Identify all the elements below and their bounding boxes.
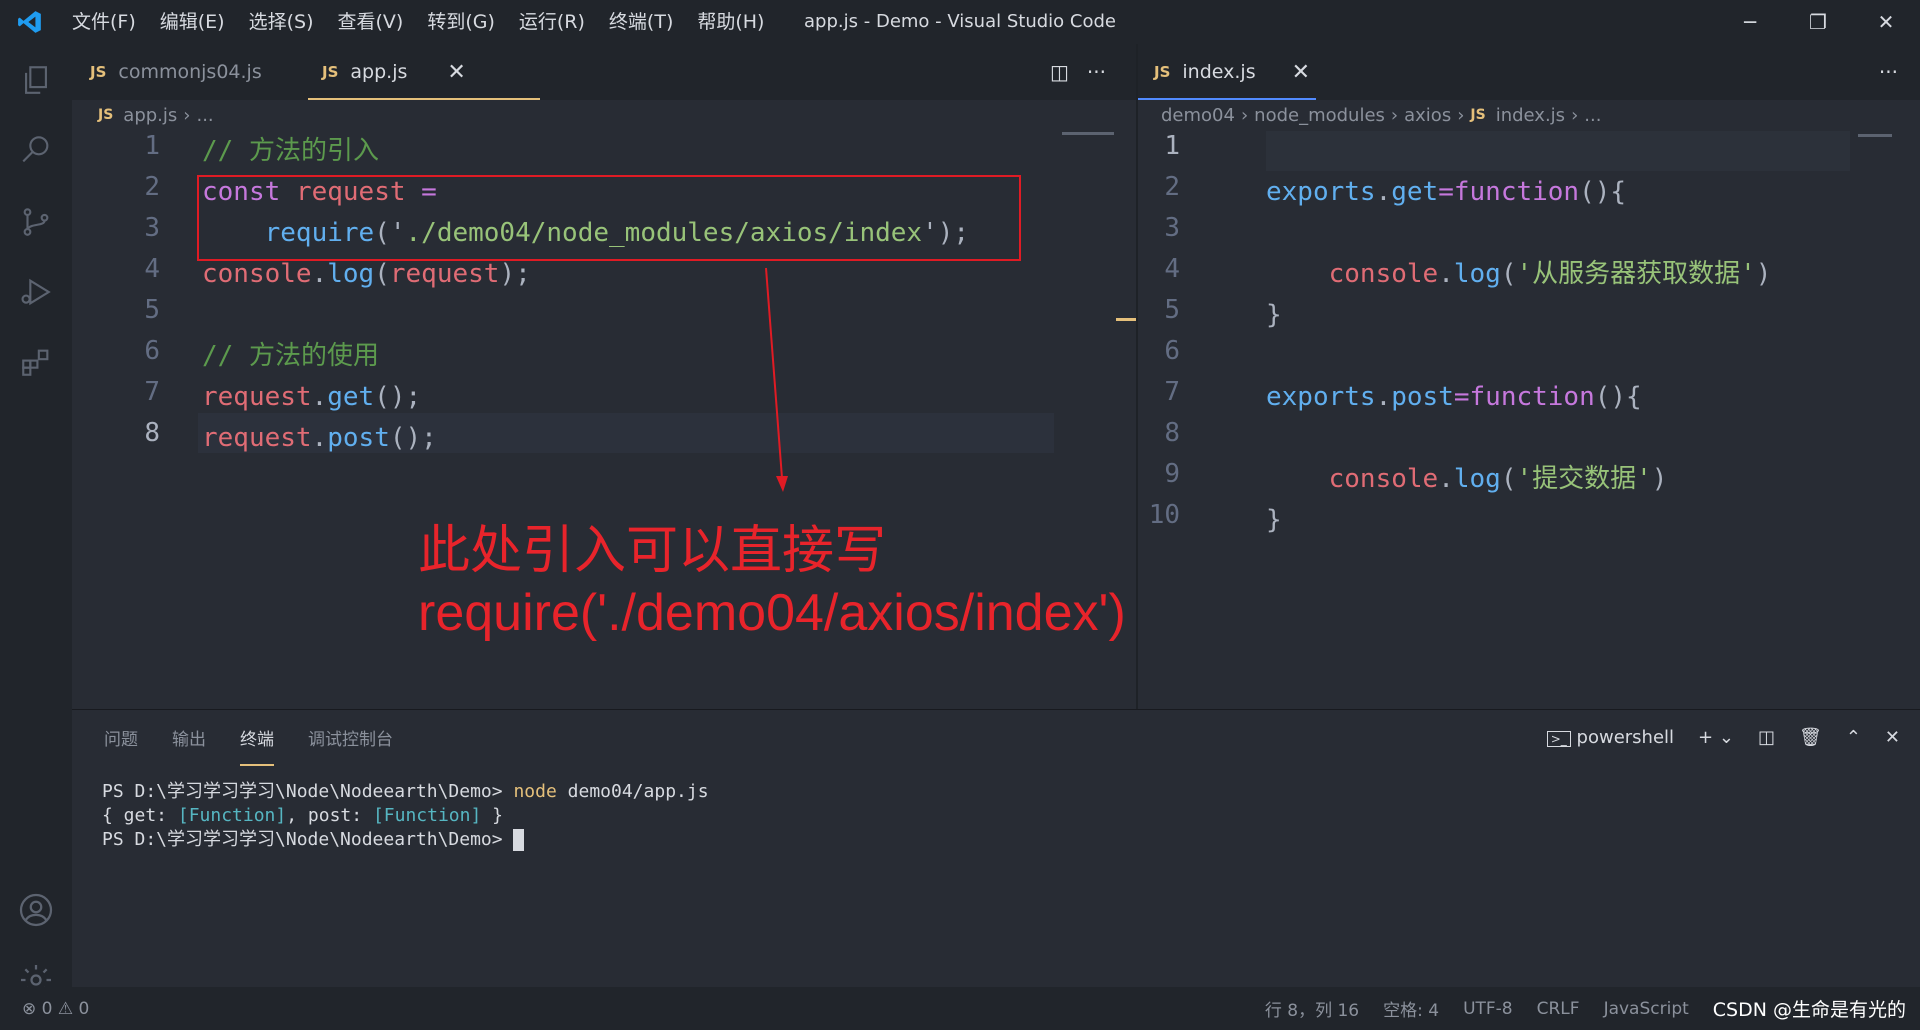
js-file-icon: JS bbox=[1470, 107, 1486, 123]
line-number: 1 bbox=[1164, 131, 1180, 161]
problems-status[interactable]: ⊗ 0 ⚠ 0 bbox=[22, 999, 89, 1019]
line-number: 9 bbox=[1164, 459, 1180, 489]
chevron-right-icon: › bbox=[1457, 104, 1465, 126]
line-number: 10 bbox=[1148, 500, 1180, 530]
terminal-command: node bbox=[513, 781, 557, 802]
indentation[interactable]: 空格: 4 bbox=[1383, 996, 1439, 1021]
tab-terminal[interactable]: 终端 bbox=[240, 725, 274, 766]
terminal-output-text: [Function] bbox=[177, 805, 287, 826]
annotation-line-2: require('./demo04/axios/index') bbox=[418, 584, 1126, 642]
panel-actions: >_ powershell + ⌄ ◫ 🗑 ⌃ ✕ bbox=[1546, 710, 1900, 764]
line-number: 5 bbox=[1164, 295, 1180, 325]
code-line-9: console.log('提交数据') bbox=[1328, 464, 1668, 494]
annotation-text: 此处引入可以直接写 require('./demo04/axios/index'… bbox=[418, 520, 1126, 644]
tab-output[interactable]: 输出 bbox=[172, 725, 206, 750]
terminal-command-arg: demo04/app.js bbox=[567, 781, 709, 802]
line-number: 3 bbox=[1164, 213, 1180, 243]
line-number: 4 bbox=[1164, 254, 1180, 284]
shell-name: powershell bbox=[1576, 726, 1675, 748]
terminal-prompt: PS D:\学习学习学习\Node\Nodeearth\Demo> bbox=[102, 829, 503, 850]
terminal-output-text: } bbox=[481, 805, 503, 826]
trash-icon[interactable]: 🗑 bbox=[1799, 727, 1822, 748]
tab-index-js[interactable]: JS index.js ✕ bbox=[1138, 44, 1316, 100]
code-line-5: } bbox=[1266, 300, 1282, 330]
more-actions-icon[interactable]: ··· bbox=[1879, 44, 1898, 100]
close-tab-icon[interactable]: ✕ bbox=[1292, 60, 1310, 85]
chevron-right-icon: › bbox=[1571, 104, 1579, 126]
split-terminal-icon[interactable]: ◫ bbox=[1758, 727, 1775, 748]
bottom-panel: 问题 输出 终端 调试控制台 >_ powershell + ⌄ ◫ 🗑 ⌃ ✕… bbox=[72, 709, 1920, 988]
close-panel-icon[interactable]: ✕ bbox=[1885, 727, 1900, 748]
right-code-editor[interactable]: 1 2 3 4 5 6 7 8 9 10 exports.get=functio… bbox=[1138, 131, 1920, 561]
language-mode[interactable]: JavaScript bbox=[1604, 999, 1689, 1019]
cursor-position[interactable]: 行 8，列 16 bbox=[1265, 996, 1359, 1021]
chevron-up-icon[interactable]: ⌃ bbox=[1846, 727, 1861, 748]
breadcrumb-item[interactable]: demo04 bbox=[1161, 105, 1235, 126]
terminal-prompt: PS D:\学习学习学习\Node\Nodeearth\Demo> bbox=[102, 781, 503, 802]
terminal-cursor bbox=[513, 829, 525, 851]
chevron-right-icon: › bbox=[1240, 104, 1249, 126]
error-icon: ⊗ bbox=[22, 998, 37, 1019]
breadcrumb-item[interactable]: index.js bbox=[1496, 105, 1565, 126]
js-file-icon: JS bbox=[1154, 63, 1171, 81]
terminal-output-text: , post: bbox=[286, 805, 373, 826]
annotation-line-1: 此处引入可以直接写 bbox=[418, 522, 887, 580]
line-number: 7 bbox=[1164, 377, 1180, 407]
panel-tabs: 问题 输出 终端 调试控制台 bbox=[104, 710, 393, 766]
terminal-output-text: [Function] bbox=[372, 805, 482, 826]
terminal-shell-selector[interactable]: >_ powershell bbox=[1546, 726, 1675, 748]
chevron-right-icon: › bbox=[1390, 104, 1399, 126]
terminal-output-text: { get: bbox=[102, 805, 178, 826]
add-terminal-icon[interactable]: + ⌄ bbox=[1698, 727, 1734, 748]
line-number: 6 bbox=[1164, 336, 1180, 366]
breadcrumb-item[interactable]: node_modules bbox=[1254, 105, 1385, 126]
tab-debug-console[interactable]: 调试控制台 bbox=[308, 725, 393, 750]
breadcrumb-item[interactable]: axios bbox=[1404, 105, 1451, 126]
line-number: 8 bbox=[1164, 418, 1180, 448]
code-line-7: exports.post=function(){ bbox=[1266, 382, 1642, 412]
line-number: 2 bbox=[1164, 172, 1180, 202]
warning-icon: ⚠ bbox=[57, 998, 74, 1019]
watermark: CSDN @生命是有光的 bbox=[1712, 999, 1906, 1021]
tab-label: index.js bbox=[1182, 61, 1256, 83]
breadcrumb: demo04 › node_modules › axios › JS index… bbox=[1161, 100, 1601, 130]
encoding[interactable]: UTF-8 bbox=[1463, 999, 1513, 1019]
code-line-2: exports.get=function(){ bbox=[1266, 177, 1627, 207]
warning-count: 0 bbox=[78, 998, 90, 1019]
breadcrumb-item[interactable]: ... bbox=[1584, 105, 1601, 126]
code-line-4: console.log('从服务器获取数据') bbox=[1328, 259, 1772, 289]
line-ending[interactable]: CRLF bbox=[1537, 999, 1580, 1019]
minimap[interactable] bbox=[1858, 134, 1892, 137]
error-count: 0 bbox=[41, 998, 53, 1019]
status-right: 行 8，列 16 空格: 4 UTF-8 CRLF JavaScript CSD… bbox=[1265, 987, 1906, 1030]
status-bar: ⊗ 0 ⚠ 0 行 8，列 16 空格: 4 UTF-8 CRLF JavaSc… bbox=[0, 987, 1920, 1030]
tab-problems[interactable]: 问题 bbox=[104, 725, 138, 750]
code-line-10: } bbox=[1266, 505, 1282, 535]
right-editor-tabs: JS index.js ✕ ··· bbox=[1138, 44, 1920, 100]
terminal-output[interactable]: PS D:\学习学习学习\Node\Nodeearth\Demo> node d… bbox=[102, 780, 709, 852]
terminal-icon: >_ bbox=[1546, 730, 1571, 747]
